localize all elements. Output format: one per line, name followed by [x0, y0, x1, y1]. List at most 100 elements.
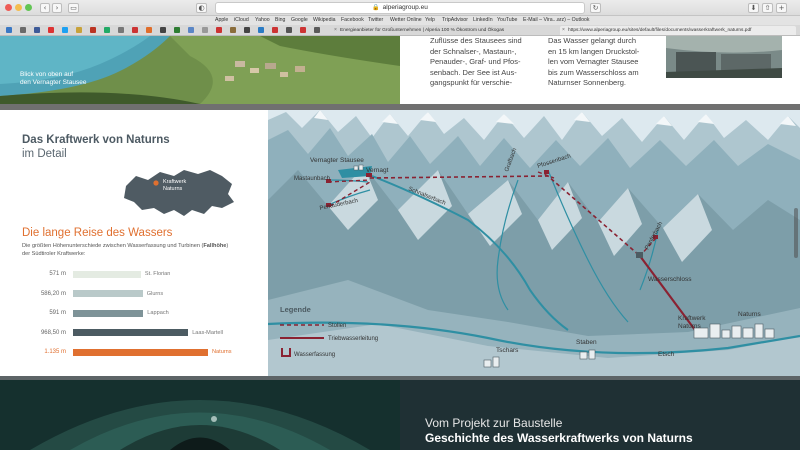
- desc-bold: Fallhöhe: [203, 243, 227, 249]
- zoom-window-button[interactable]: [25, 4, 32, 11]
- browser-window: { "browser": { "url": "alperiagroup.eu",…: [0, 0, 800, 450]
- caption-line: Blick von oben auf: [20, 71, 74, 78]
- back-icon[interactable]: ‹: [40, 3, 50, 13]
- bar: [73, 348, 208, 356]
- text-line: len vom Vernagter Stausee: [548, 57, 639, 66]
- text-line: Zuflüsse des Stausees sind: [430, 36, 522, 45]
- favicon-icon[interactable]: [230, 27, 236, 33]
- url-text: alperiagroup.eu: [382, 4, 428, 11]
- label-wasserschloss: Wasserschloss: [648, 276, 692, 283]
- bookmark-bing[interactable]: Bing: [275, 16, 285, 25]
- favicon-icon[interactable]: [20, 27, 26, 33]
- bookmark-yahoo[interactable]: Yahoo: [255, 16, 270, 25]
- lake-photo: Blick von oben auf den Vernagter Stausee: [0, 36, 400, 104]
- bar-row: 586,20 m Glurns: [0, 290, 268, 298]
- minimize-window-button[interactable]: [15, 4, 22, 11]
- tab-label: Energieanbieter für Großunternehmen | Al…: [340, 28, 505, 33]
- desc-text: der Südtiroler Kraftwerke:: [22, 250, 86, 257]
- favicon-icon[interactable]: [118, 27, 124, 33]
- close-tab-icon[interactable]: ×: [334, 26, 337, 35]
- lock-icon: 🔒: [372, 5, 380, 11]
- text-line: en 15 km langen Druckstol-: [548, 46, 640, 56]
- bar-value-label: 571 m: [49, 271, 66, 277]
- address-bar[interactable]: 🔒 alperiagroup.eu: [215, 2, 585, 14]
- favicon-icon[interactable]: [104, 27, 110, 33]
- map-label-line: Naturns: [163, 186, 183, 192]
- favicon-icon[interactable]: [146, 27, 152, 33]
- detail-title: Das Kraftwerk von Naturns: [22, 134, 170, 146]
- detail-subtitle: im Detail: [22, 148, 67, 160]
- bookmark-apple[interactable]: Apple: [215, 16, 228, 25]
- favicon-icon[interactable]: [216, 27, 222, 33]
- reload-icon[interactable]: ↻: [590, 3, 601, 13]
- favicon-icon[interactable]: [34, 27, 40, 33]
- bookmark-linkedin[interactable]: LinkedIn: [473, 16, 493, 25]
- intake-marker: [544, 170, 549, 174]
- share-icon[interactable]: ⇧: [762, 3, 773, 13]
- bookmark-email[interactable]: E-Mail – Vira...arz) – Outlook: [523, 16, 590, 25]
- sidebar-icon[interactable]: ▭: [68, 3, 79, 13]
- favicon-icon[interactable]: [272, 27, 278, 33]
- desc-text: Die größten Höhenunterschiede zwischen W…: [22, 243, 204, 249]
- favicon-icon[interactable]: [90, 27, 96, 33]
- bookmark-facebook[interactable]: Facebook: [341, 16, 364, 25]
- tab-alperia[interactable]: × Energieanbieter für Großunternehmen | A…: [332, 26, 558, 35]
- bar-value-label: 586,20 m: [40, 290, 66, 297]
- bar-value-label: 968,50 m: [40, 329, 66, 336]
- download-icon[interactable]: ⬇: [748, 3, 759, 13]
- favicon-icon[interactable]: [286, 27, 292, 33]
- close-window-button[interactable]: [5, 4, 12, 11]
- favicon-icon[interactable]: [160, 27, 166, 33]
- map-label-line: Kraftwerk: [163, 179, 187, 185]
- tab-pdf[interactable]: × https://www.alperiagroup.eu/sites/defau…: [560, 26, 796, 35]
- new-tab-icon[interactable]: +: [776, 3, 787, 13]
- label-staben: Staben: [576, 339, 597, 346]
- label-vernagt: Vernagt: [366, 167, 389, 174]
- bookmark-twitter[interactable]: Twitter: [368, 16, 383, 25]
- text-column-1: Zuflüsse des Stausees sind der Schnalser…: [430, 36, 522, 89]
- detail-panel: Das Kraftwerk von Naturns im Detail Kraf…: [0, 110, 268, 376]
- bar-category-label: St. Florian: [144, 271, 171, 277]
- favicon-icon[interactable]: [6, 27, 12, 33]
- bar-row: 571 m St. Florian: [0, 270, 268, 278]
- browser-toolbar: ‹ › ▭ ◐ 🔒 alperiagroup.eu ↻ ⬇ ⇧ +: [0, 0, 800, 16]
- section-title: Die lange Reise des Wassers: [22, 227, 173, 239]
- favicon-icon[interactable]: [202, 27, 208, 33]
- bar-category-label: Naturns: [212, 349, 232, 355]
- bookmark-yelp[interactable]: Yelp: [425, 16, 435, 25]
- favicon-icon[interactable]: [300, 27, 306, 33]
- favicon-icon[interactable]: [258, 27, 264, 33]
- caption-line: den Vernagter Stausee: [20, 79, 87, 86]
- favicon-icon[interactable]: [244, 27, 250, 33]
- label-tschars: Tschars: [496, 347, 519, 354]
- shield-icon[interactable]: ◐: [196, 3, 207, 13]
- bookmark-youtube[interactable]: YouTube: [497, 16, 517, 25]
- favicon-icon[interactable]: [314, 27, 320, 33]
- wasserschloss-marker: [636, 252, 643, 258]
- bookmark-icloud[interactable]: iCloud: [234, 16, 249, 25]
- close-tab-icon[interactable]: ×: [562, 26, 565, 35]
- teaser-line-1: Vom Projekt zur Baustelle: [425, 416, 563, 430]
- favicon-icon[interactable]: [62, 27, 68, 33]
- legend-stollen-label: Stollen: [328, 323, 346, 329]
- favicon-icon[interactable]: [188, 27, 194, 33]
- bar-row: 968,50 m Laas-Martell: [0, 329, 268, 337]
- tab-bar: × Energieanbieter für Großunternehmen | A…: [0, 25, 800, 36]
- bar-category-label: Laas-Martell: [192, 329, 223, 336]
- bookmark-google[interactable]: Google: [291, 16, 308, 25]
- favicon-icon[interactable]: [48, 27, 54, 33]
- scheme-panel: Vernagter Stausee Vernagt Mastaunbach Pe…: [268, 110, 800, 376]
- favicon-icon[interactable]: [76, 27, 82, 33]
- bookmark-wikipedia[interactable]: Wikipedia: [313, 16, 336, 25]
- bar: [73, 309, 144, 317]
- forward-icon[interactable]: ›: [52, 3, 62, 13]
- text-line: Das Wasser gelangt durch: [548, 36, 637, 45]
- favicon-icon[interactable]: [174, 27, 180, 33]
- history-teaser[interactable]: Vom Projekt zur Baustelle Geschichte des…: [400, 380, 800, 450]
- page-scrollbar[interactable]: [794, 208, 798, 258]
- power-plant-scheme: Vernagter Stausee Vernagt Mastaunbach Pe…: [268, 110, 800, 376]
- bookmarks-bar: Apple iCloud Yahoo Bing Google Wikipedia…: [0, 16, 800, 25]
- bookmark-tripadvisor[interactable]: TripAdvisor: [442, 16, 468, 25]
- favicon-icon[interactable]: [132, 27, 138, 33]
- bookmark-wetter-online[interactable]: Wetter Online: [390, 16, 422, 25]
